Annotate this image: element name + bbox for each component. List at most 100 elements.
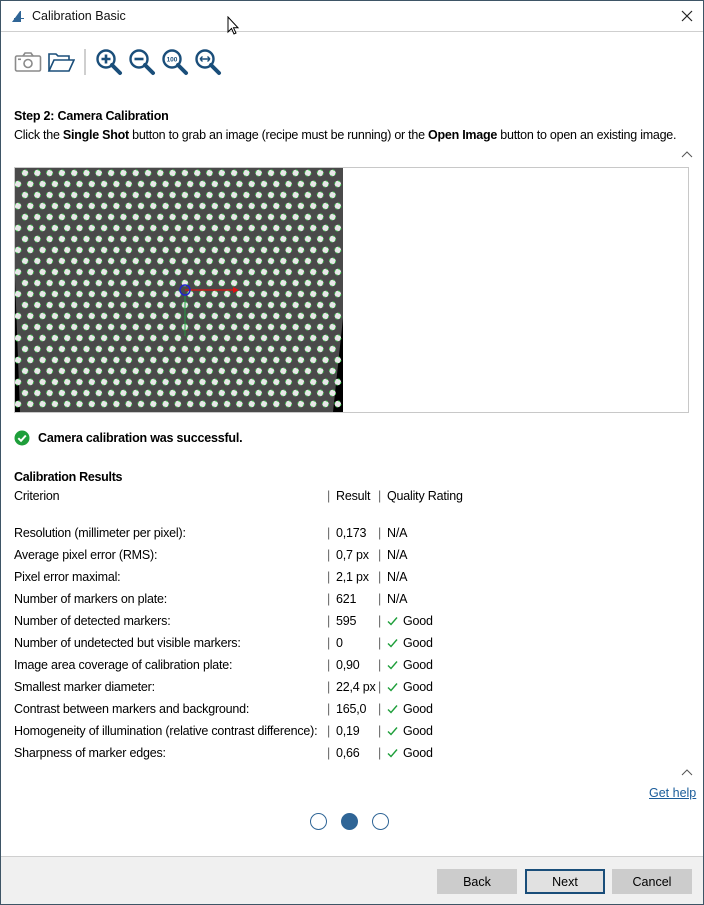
marker-dot — [162, 378, 170, 386]
cancel-button[interactable]: Cancel — [612, 869, 692, 894]
marker-dot — [38, 246, 47, 254]
quality-cell: Good — [387, 724, 433, 738]
marker-dot — [45, 345, 54, 353]
marker-dot — [107, 389, 115, 397]
column-separator: | — [327, 489, 331, 503]
marker-dot — [230, 235, 238, 243]
criterion-cell: Sharpness of marker edges: — [14, 746, 166, 760]
marker-dot — [63, 356, 71, 364]
marker-dot — [223, 334, 231, 342]
marker-dot — [119, 257, 128, 265]
marker-dot — [169, 279, 177, 287]
marker-dot — [15, 246, 22, 254]
single-shot-button[interactable] — [13, 47, 43, 77]
marker-dot — [193, 213, 201, 221]
marker-dot — [21, 301, 29, 309]
marker-dot — [328, 213, 337, 221]
marker-dot — [291, 191, 300, 199]
result-row: Number of detected markers: | 595 | Good — [14, 614, 514, 630]
zoom-fit-icon — [195, 49, 221, 75]
marker-dot — [230, 279, 238, 287]
marker-dot — [242, 213, 250, 221]
marker-dot — [21, 323, 29, 331]
pager-dot-2[interactable] — [341, 813, 358, 830]
next-button[interactable]: Next — [525, 869, 605, 894]
marker-dot — [75, 246, 84, 254]
marker-dot — [58, 389, 66, 397]
pager-dot-1[interactable] — [310, 813, 327, 830]
marker-dot — [169, 191, 177, 199]
marker-dot — [38, 290, 47, 298]
close-button[interactable] — [673, 3, 701, 29]
marker-dot — [58, 345, 66, 353]
marker-dot — [267, 213, 275, 221]
marker-dot — [230, 345, 238, 353]
marker-dot — [205, 301, 214, 309]
marker-dot — [112, 334, 121, 342]
marker-dot — [21, 213, 29, 221]
marker-dot — [15, 290, 22, 298]
marker-dot — [169, 345, 177, 353]
marker-dot — [156, 257, 164, 265]
marker-dot — [70, 301, 78, 309]
image-viewer[interactable] — [14, 167, 689, 413]
marker-dot — [248, 290, 256, 298]
marker-dot — [162, 356, 170, 364]
marker-dot — [193, 389, 201, 397]
marker-dot — [112, 290, 121, 298]
marker-dot — [137, 202, 145, 210]
marker-dot — [272, 202, 280, 210]
marker-dot — [186, 312, 194, 320]
marker-dot — [255, 213, 263, 221]
criterion-cell: Contrast between markers and background: — [14, 702, 250, 716]
result-row: Contrast between markers and background:… — [14, 702, 514, 718]
marker-dot — [304, 301, 312, 309]
column-separator: | — [327, 526, 331, 540]
marker-dot — [33, 257, 41, 265]
marker-dot — [223, 246, 231, 254]
marker-dot — [38, 334, 47, 342]
marker-dot — [15, 334, 22, 342]
marker-dot — [51, 334, 59, 342]
open-image-button[interactable] — [46, 47, 76, 77]
marker-dot — [328, 367, 337, 375]
check-circle-icon — [14, 430, 30, 446]
column-separator: | — [378, 746, 382, 760]
marker-dot — [223, 180, 231, 188]
marker-dot — [242, 367, 250, 375]
marker-dot — [33, 301, 41, 309]
zoom-fit-button[interactable] — [193, 47, 223, 77]
marker-dot — [211, 246, 219, 254]
marker-dot — [137, 378, 145, 386]
marker-dot — [174, 312, 182, 320]
marker-dot — [45, 169, 54, 177]
marker-dot — [272, 400, 280, 408]
marker-dot — [26, 180, 34, 188]
marker-dot — [174, 180, 182, 188]
marker-dot — [211, 224, 219, 232]
marker-dot — [88, 290, 96, 298]
marker-dot — [260, 180, 268, 188]
marker-dot — [193, 345, 201, 353]
back-button[interactable]: Back — [437, 869, 517, 894]
marker-dot — [242, 389, 250, 397]
marker-dot — [162, 312, 170, 320]
pager-dot-3[interactable] — [372, 813, 389, 830]
collapse-chevron-icon[interactable] — [681, 150, 693, 158]
zoom-100-button[interactable]: 100 — [160, 47, 190, 77]
marker-dot — [186, 180, 194, 188]
collapse-chevron-icon[interactable] — [681, 768, 693, 776]
quality-cell: Good — [387, 636, 433, 650]
zoom-out-button[interactable] — [127, 47, 157, 77]
marker-dot — [33, 367, 41, 375]
marker-dot — [198, 356, 207, 364]
marker-dot — [211, 202, 219, 210]
marker-dot — [193, 191, 201, 199]
get-help-link[interactable]: Get help — [649, 786, 696, 800]
marker-dot — [26, 268, 34, 276]
marker-dot — [334, 224, 342, 232]
marker-dot — [284, 334, 293, 342]
marker-dot — [107, 345, 115, 353]
zoom-in-button[interactable] — [94, 47, 124, 77]
marker-dot — [174, 334, 182, 342]
